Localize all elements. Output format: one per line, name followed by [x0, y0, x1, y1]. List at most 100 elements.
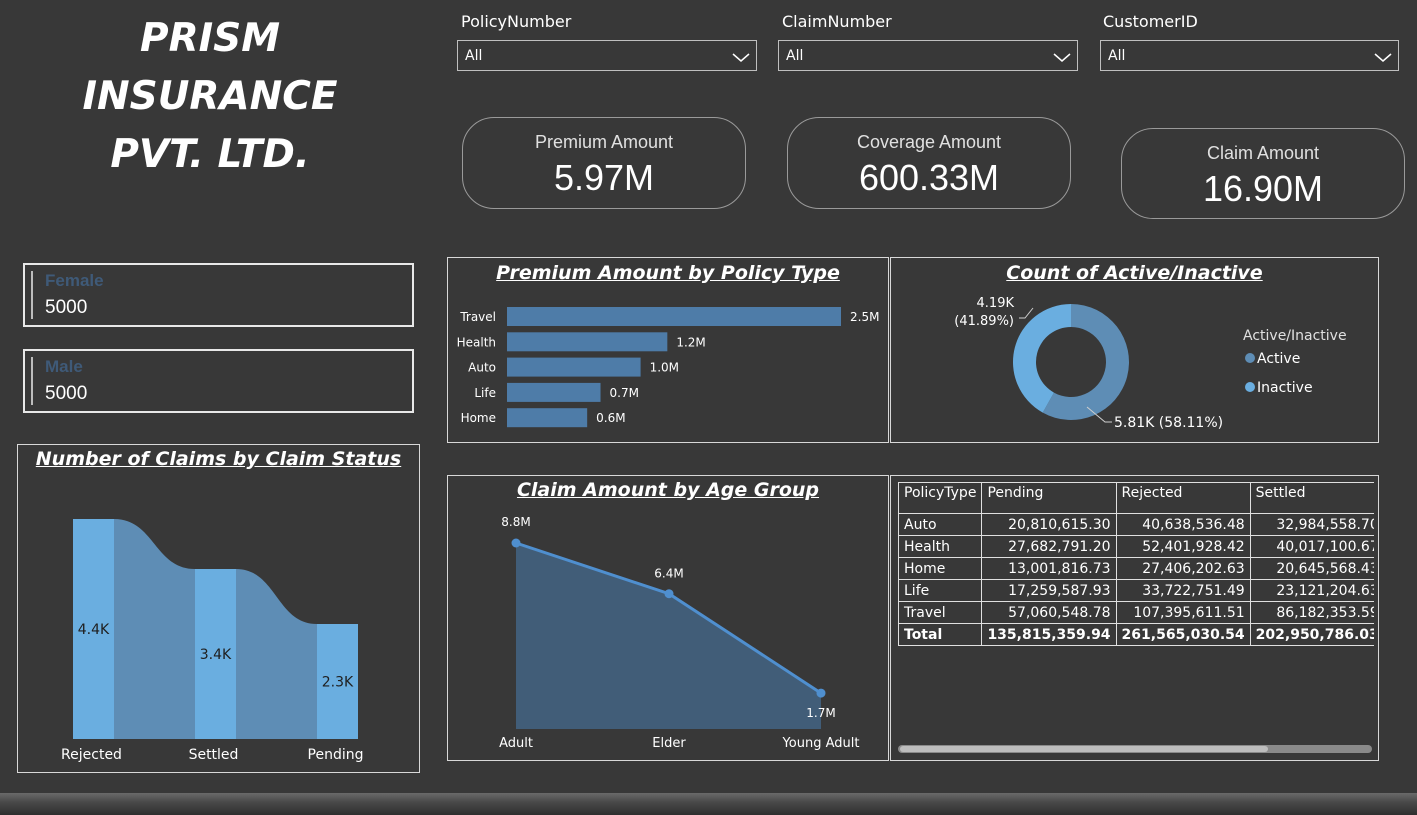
- chevron-down-icon: [1374, 53, 1392, 62]
- cell-settled: 23,121,204.63: [1249, 579, 1374, 602]
- row-label: Life: [898, 579, 983, 602]
- card-accent-bar: [31, 271, 33, 319]
- bar: [507, 382, 601, 402]
- cell-pending: 27,682,791.20: [981, 535, 1117, 558]
- cell-pending: 17,259,587.93: [981, 579, 1117, 602]
- data-label-inactive: 4.19K: [977, 296, 1015, 311]
- card-accent-bar: [31, 357, 33, 405]
- matrix-viewport: PolicyType Pending Rejected Settled To A…: [898, 482, 1374, 646]
- claims-matrix: PolicyType Pending Rejected Settled To A…: [898, 482, 1374, 646]
- category-label: Elder: [652, 736, 686, 751]
- category-label: Health: [457, 335, 496, 349]
- female-count-card: Female 5000: [23, 263, 414, 327]
- data-label: 1.0M: [650, 361, 679, 375]
- male-count-card: Male 5000: [23, 349, 414, 413]
- bar: [507, 357, 641, 377]
- table-row: Auto 20,810,615.30 40,638,536.48 32,984,…: [898, 513, 1374, 536]
- col-header-settled[interactable]: Settled: [1249, 482, 1374, 514]
- ribbon-svg: 4.4K Rejected 3.4K Settled 2.3K Pending: [61, 519, 363, 763]
- slicer-label-claimnumber: ClaimNumber: [782, 12, 892, 31]
- legend-title: Active/Inactive: [1243, 328, 1347, 344]
- data-label: 1.2M: [676, 335, 705, 349]
- data-label: 0.6M: [596, 411, 625, 425]
- claim-amount-value: 16.90M: [1202, 168, 1324, 209]
- customerid-dropdown-value: All: [1108, 48, 1126, 64]
- data-label: 8.8M: [501, 515, 530, 529]
- legend-marker: [1245, 353, 1255, 363]
- claimnumber-dropdown-value: All: [786, 48, 804, 64]
- category-label: Home: [461, 411, 496, 425]
- coverage-amount-label: Coverage Amount: [856, 132, 1002, 152]
- category-label: Life: [474, 386, 496, 400]
- female-value: 5000: [45, 297, 88, 318]
- data-label: 4.4K: [78, 622, 110, 638]
- male-value: 5000: [45, 383, 88, 404]
- table-row: Health 27,682,791.20 52,401,928.42 40,01…: [898, 535, 1374, 558]
- total-row: Total 135,815,359.94 261,565,030.54 202,…: [898, 623, 1374, 646]
- matrix-horizontal-scrollbar[interactable]: [898, 745, 1372, 753]
- cell-settled: 40,017,100.67: [1249, 535, 1374, 558]
- policynumber-dropdown-value: All: [465, 48, 483, 64]
- bottom-page-bar: [0, 793, 1417, 815]
- scrollbar-thumb[interactable]: [900, 746, 1268, 752]
- cell-rejected: 261,565,030.54: [1115, 623, 1251, 646]
- category-label: Settled: [189, 747, 239, 763]
- company-title: PRISM INSURANCE PVT. LTD.: [10, 10, 410, 184]
- table-row: Home 13,001,816.73 27,406,202.63 20,645,…: [898, 557, 1374, 580]
- data-label: 2.3K: [322, 675, 354, 691]
- ribbon-connector: [114, 519, 195, 739]
- claim-by-age-group-chart: Claim Amount by Age Group 8.8M Adult 6.4M E…: [447, 475, 889, 761]
- cell-rejected: 107,395,611.51: [1115, 601, 1251, 624]
- row-label: Total: [898, 623, 983, 646]
- data-label-inactive: (41.89%): [954, 314, 1014, 329]
- data-label: 3.4K: [200, 647, 232, 663]
- category-label: Travel: [459, 310, 496, 324]
- col-header-rejected[interactable]: Rejected: [1115, 482, 1251, 514]
- bar: [507, 307, 841, 326]
- premium-amount-card: Premium Amount 5.97M: [462, 117, 746, 209]
- chevron-down-icon: [732, 53, 750, 62]
- col-header-pending[interactable]: Pending: [981, 482, 1117, 514]
- coverage-amount-value: 600.33M: [858, 157, 1000, 198]
- cell-rejected: 52,401,928.42: [1115, 535, 1251, 558]
- policynumber-dropdown[interactable]: All: [457, 40, 757, 71]
- bar: [507, 332, 668, 352]
- company-title-line1: PRISM INSURANCE: [82, 16, 338, 119]
- cell-rejected: 33,722,751.49: [1115, 579, 1251, 602]
- data-label: 6.4M: [654, 567, 683, 581]
- data-point: [816, 688, 826, 698]
- claim-amount-card: Claim Amount 16.90M: [1121, 128, 1405, 219]
- row-label: Auto: [898, 513, 983, 536]
- data-point: [511, 538, 521, 548]
- row-label: Health: [898, 535, 983, 558]
- claimnumber-dropdown[interactable]: All: [778, 40, 1078, 71]
- cell-pending: 13,001,816.73: [981, 557, 1117, 580]
- category-label: Young Adult: [782, 736, 860, 751]
- data-label: 0.7M: [610, 386, 639, 400]
- donut-svg: 5.81K (58.11%) 4.19K (41.89%) Active/Inacti…: [954, 296, 1347, 431]
- female-label: Female: [45, 271, 104, 290]
- claim-amount-label: Claim Amount: [1206, 143, 1320, 163]
- category-label: Auto: [468, 361, 496, 375]
- data-label: 2.5M: [850, 310, 879, 324]
- area-svg: 8.8M Adult 6.4M Elder 1.7M Young Adult: [499, 515, 860, 751]
- row-label: Travel: [898, 601, 983, 624]
- premium-amount-value: 5.97M: [553, 157, 655, 198]
- male-label: Male: [45, 357, 83, 376]
- col-header-policytype[interactable]: PolicyType: [898, 482, 983, 514]
- ribbon-connector: [236, 569, 317, 739]
- active-inactive-chart: Count of Active/Inactive 5.81K (58.11%) 4…: [890, 257, 1379, 443]
- cell-settled: 20,645,568.43: [1249, 557, 1374, 580]
- cell-rejected: 40,638,536.48: [1115, 513, 1251, 536]
- matrix-header-row: PolicyType Pending Rejected Settled To: [898, 482, 1374, 514]
- category-label: Adult: [499, 736, 533, 751]
- cell-settled: 202,950,786.03: [1249, 623, 1374, 646]
- premium-by-policy-type-chart: Premium Amount by Policy Type Travel 2.5M…: [447, 257, 889, 443]
- cell-pending: 20,810,615.30: [981, 513, 1117, 536]
- cell-pending: 57,060,548.78: [981, 601, 1117, 624]
- table-row: Life 17,259,587.93 33,722,751.49 23,121,…: [898, 579, 1374, 602]
- cell-rejected: 27,406,202.63: [1115, 557, 1251, 580]
- row-label: Home: [898, 557, 983, 580]
- bar: [507, 408, 588, 428]
- customerid-dropdown[interactable]: All: [1100, 40, 1399, 71]
